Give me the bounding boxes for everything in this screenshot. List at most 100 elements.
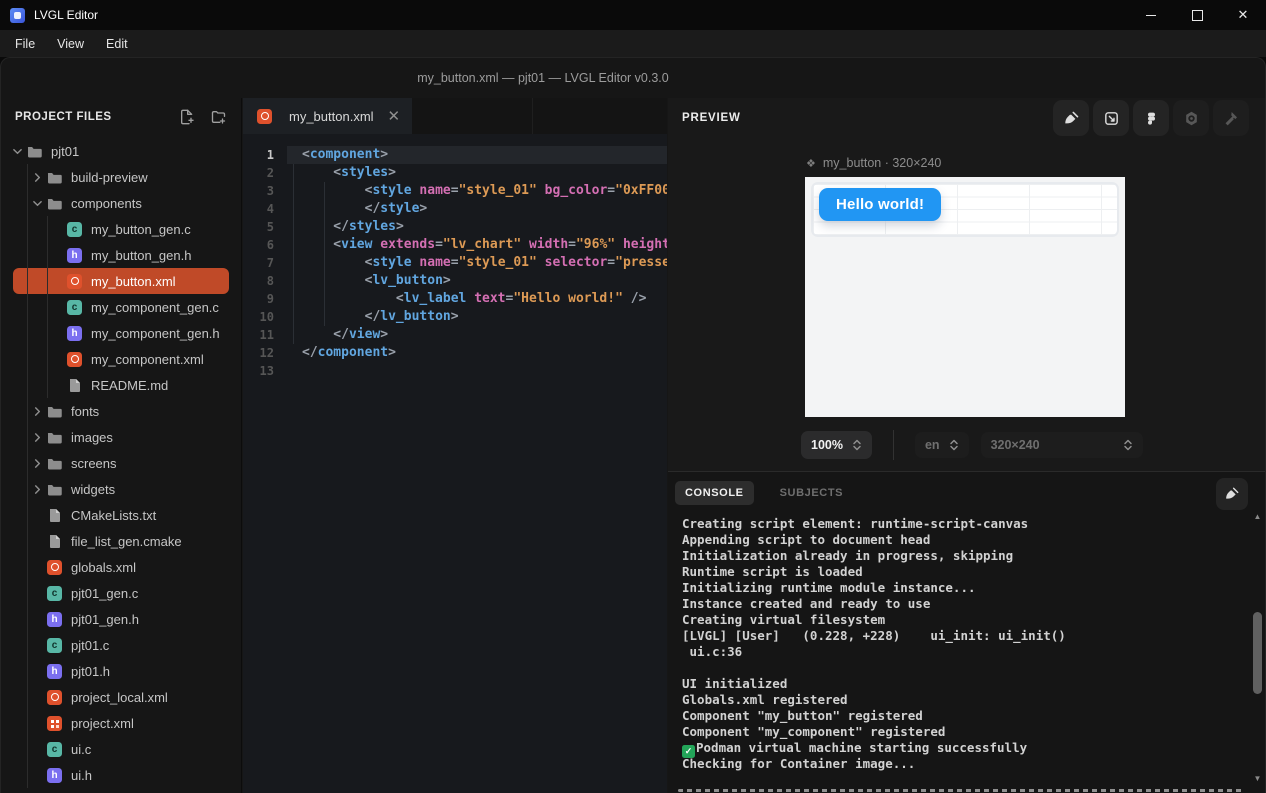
tree-item-my_component.xml[interactable]: my_component.xml [1,346,241,372]
resolution-select[interactable]: 320×240 [981,432,1143,458]
code-lines: <component> <styles> <style name="style_… [287,134,667,793]
hello-world-button[interactable]: Hello world! [819,188,941,221]
document-title: my_button.xml — pjt01 — LVGL Editor v0.3… [417,71,669,85]
tab-console[interactable]: CONSOLE [675,481,754,505]
new-folder-icon[interactable] [210,109,227,125]
line-number: 2 [243,164,287,182]
window-minimize-button[interactable] [1128,0,1174,30]
tree-item-images[interactable]: images [1,424,241,450]
tree-item-globals.xml[interactable]: globals.xml [1,554,241,580]
tree-item-label: file_list_gen.cmake [71,534,182,549]
folder-icon [47,196,62,211]
tab-close-icon[interactable]: ✕ [388,109,401,124]
tree-item-label: widgets [71,482,115,497]
tree-item-my_component_gen.c[interactable]: cmy_component_gen.c [1,294,241,320]
tree-item-label: components [71,196,142,211]
tree-item-ui.h[interactable]: hui.h [1,762,241,788]
tree-item-pjt01.h[interactable]: hpjt01.h [1,658,241,684]
console-line: Appending script to document head [682,532,1243,548]
h-file-icon: h [67,248,82,263]
tree-item-fonts[interactable]: fonts [1,398,241,424]
chevron-right-icon[interactable] [29,485,45,494]
tree-item-my_button.xml[interactable]: my_button.xml [13,268,229,294]
chevron-right-icon[interactable] [29,459,45,468]
line-number: 13 [243,362,287,380]
tree-item-build-preview[interactable]: build-preview [1,164,241,190]
chevron-right-icon[interactable] [29,173,45,182]
preview-toolbar [1053,100,1249,136]
console-line: Component "my_component" registered [682,724,1243,740]
h-file-icon: h [67,326,82,341]
tree-item-pjt01[interactable]: pjt01 [1,138,241,164]
console-line: Creating virtual filesystem [682,612,1243,628]
tab-bar: my_button.xml ✕ [243,98,667,134]
tree-item-my_component_gen.h[interactable]: hmy_component_gen.h [1,320,241,346]
tree-item-pjt01_gen.h[interactable]: hpjt01_gen.h [1,606,241,632]
line-number: 5 [243,218,287,236]
tree-item-screens[interactable]: screens [1,450,241,476]
broom-icon[interactable] [1053,100,1089,136]
folder-icon [47,404,62,419]
tree-item-widgets[interactable]: widgets [1,476,241,502]
preview-canvas[interactable]: Hello world! [805,177,1125,417]
project-file-icon [47,716,62,731]
line-number: 6 [243,236,287,254]
code-line: </lv_button> [287,308,667,326]
scroll-down-icon[interactable]: ▼ [1251,774,1264,783]
title-bar: LVGL Editor ✕ [0,0,1266,30]
window-maximize-button[interactable] [1174,0,1220,30]
tree-item-my_button_gen.c[interactable]: cmy_button_gen.c [1,216,241,242]
tab-subjects[interactable]: SUBJECTS [770,481,853,505]
tree-item-file_list_gen.cmake[interactable]: file_list_gen.cmake [1,528,241,554]
menu-view[interactable]: View [46,33,95,55]
zoom-select[interactable]: 100% [801,431,872,459]
console-line: Component "my_button" registered [682,708,1243,724]
tree-item-label: pjt01 [51,144,79,159]
file-tree: pjt01 build-preview components cmy_button_g… [1,138,241,793]
chevron-right-icon[interactable] [29,407,45,416]
tree-item-label: globals.xml [71,560,136,575]
clipped-console-line [678,789,1245,792]
tree-item-ui.c[interactable]: cui.c [1,736,241,762]
badge-icon[interactable] [1173,100,1209,136]
console-line: Initialization already in progress, skip… [682,548,1243,564]
xml-file-icon [67,352,82,367]
language-select[interactable]: en [915,432,969,458]
tree-item-project.xml[interactable]: project.xml [1,710,241,736]
tree-item-my_button_gen.h[interactable]: hmy_button_gen.h [1,242,241,268]
export-frame-icon[interactable] [1093,100,1129,136]
line-number: 1 [243,146,287,164]
tree-item-README.md[interactable]: README.md [1,372,241,398]
menu-edit[interactable]: Edit [95,33,139,55]
code-editor[interactable]: 12345678910111213 <component> <styles> <… [243,134,667,793]
tree-item-CMakeLists.txt[interactable]: CMakeLists.txt [1,502,241,528]
hammer-icon[interactable] [1213,100,1249,136]
chevron-right-icon[interactable] [29,433,45,442]
chevron-down-icon[interactable] [29,199,45,208]
tree-item-components[interactable]: components [1,190,241,216]
line-number: 9 [243,290,287,308]
tree-item-project_local.xml[interactable]: project_local.xml [1,684,241,710]
file-icon [67,378,82,393]
scrollbar-thumb[interactable] [1253,612,1262,694]
c-file-icon: c [47,586,62,601]
code-indent-guide [324,182,325,326]
tab-my-button-xml[interactable]: my_button.xml ✕ [243,98,412,134]
clear-console-broom-icon[interactable] [1216,478,1248,510]
chevron-down-icon[interactable] [9,147,25,156]
menu-file[interactable]: File [4,33,46,55]
figma-icon[interactable] [1133,100,1169,136]
console-line: ui.c:36 [682,644,1243,660]
tree-item-pjt01_gen.c[interactable]: cpjt01_gen.c [1,580,241,606]
new-file-icon[interactable] [179,109,195,125]
console-tabs: CONSOLE SUBJECTS [675,481,853,505]
main-window: my_button.xml — pjt01 — LVGL Editor v0.3… [0,57,1266,793]
zoom-value: 100% [811,438,843,452]
tree-item-pjt01.c[interactable]: cpjt01.c [1,632,241,658]
preview-title: PREVIEW [682,112,741,124]
window-close-button[interactable]: ✕ [1220,0,1266,30]
console-line: UI initialized [682,676,1243,692]
console-log[interactable]: Creating script element: runtime-script-… [682,516,1243,788]
scroll-up-icon[interactable]: ▲ [1251,512,1264,521]
console-line [682,660,1243,676]
